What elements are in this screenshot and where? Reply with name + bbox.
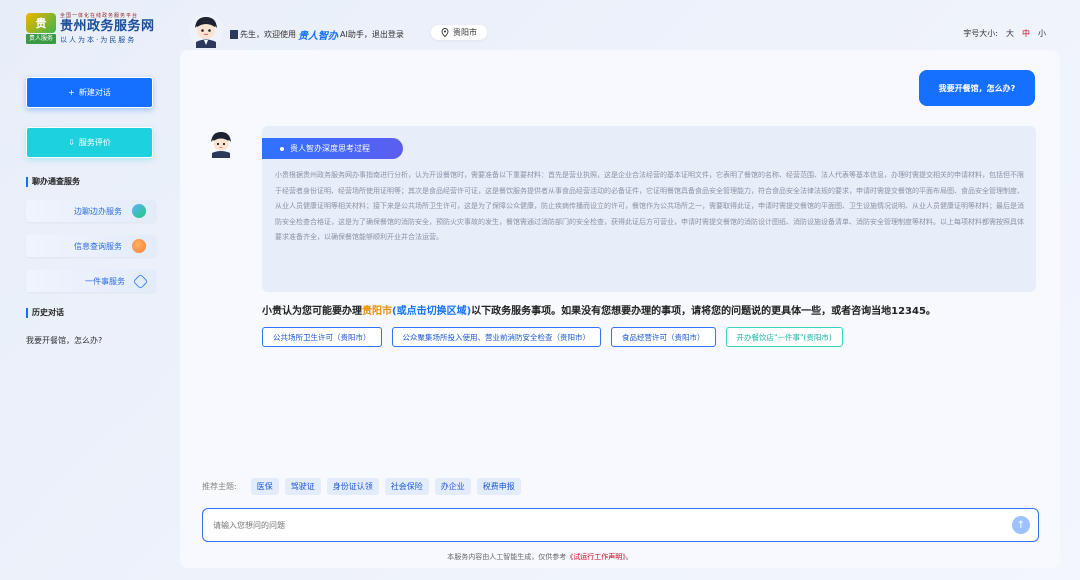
user-icon: [230, 30, 238, 39]
footer-suffix: 。: [625, 553, 633, 561]
greeting-bar: 先生，欢迎使用 贵人智办 AI助手，退出登录: [230, 27, 404, 42]
thinking-tag[interactable]: 贵人智办深度思考过程: [262, 138, 403, 159]
rating-label: 服务评价: [78, 138, 111, 147]
topic-tag[interactable]: 税费申报: [476, 478, 521, 495]
topics-label: 推荐主题:: [202, 482, 237, 491]
sidebar-item-search-service[interactable]: 信息查询服务: [26, 235, 156, 257]
sidebar-item-label: 一件事服务: [85, 276, 125, 286]
font-size-medium[interactable]: 中: [1022, 28, 1030, 39]
assistant-avatar-icon: [189, 13, 223, 48]
send-button[interactable]: ↑: [1012, 516, 1030, 534]
history-section-title: 历史对话: [26, 308, 64, 318]
arrow-up-icon: ↑: [1016, 519, 1026, 531]
service-chips: 公共场所卫生许可（贵阳市） 公众聚集场所投入使用、营业前消防安全检查（贵阳市） …: [262, 327, 843, 347]
font-size-control: 字号大小: 大 中 小: [963, 28, 1046, 39]
service-chip[interactable]: 食品经营许可（贵阳市）: [611, 327, 716, 347]
service-chip[interactable]: 公众聚集场所投入使用、营业前消防安全检查（贵阳市）: [391, 327, 601, 347]
chat-service-icon: [132, 204, 146, 218]
thinking-tag-label: 贵人智办深度思考过程: [290, 144, 370, 153]
brand-name: 贵人智办: [298, 31, 338, 42]
location-pin-icon: [441, 28, 449, 37]
switch-region-link[interactable]: (或点击切换区域): [392, 306, 471, 317]
topic-tag[interactable]: 办企业: [434, 478, 471, 495]
font-size-large[interactable]: 大: [1006, 28, 1014, 39]
greeting-prefix: 先生，欢迎使用: [240, 30, 296, 39]
sidebar-item-label: 边聊边办服务: [74, 206, 122, 216]
bot-avatar-icon: [207, 129, 235, 158]
message-composer: ↑: [202, 508, 1039, 542]
footer-disclaimer: 本服务内容由人工智能生成，仅供参考《试运行工作声明》。: [0, 552, 1080, 562]
topic-tag[interactable]: 社会保险: [384, 478, 429, 495]
message-input[interactable]: [213, 520, 993, 530]
logo-tagline: 全国一体化在线政务服务平台: [60, 13, 139, 19]
user-message-bubble: 我要开餐馆，怎么办?: [919, 70, 1035, 106]
service-chip[interactable]: 开办餐饮店"一件事"(贵阳市): [725, 327, 843, 347]
answer-prefix: 小贵认为您可能要办理: [262, 306, 362, 317]
city-selector[interactable]: 贵阳市: [431, 25, 487, 40]
logout-link[interactable]: AI助手，退出登录: [340, 29, 404, 40]
topic-tag[interactable]: 医保: [250, 478, 279, 495]
plus-icon: +: [68, 88, 75, 97]
one-thing-icon: [132, 273, 149, 289]
rating-icon: ⇩: [68, 138, 75, 147]
footer-text: 本服务内容由人工智能生成，仅供参考: [447, 553, 567, 561]
answer-suffix: 以下政务服务事项。如果没有您想要办理的事项，请将您的问题说的更具体一些，或者咨询…: [471, 306, 936, 317]
topic-tag[interactable]: 身份证认领: [326, 478, 379, 495]
city-label: 贵阳市: [453, 28, 477, 37]
sidebar-item-chat-service[interactable]: 边聊边办服务: [26, 200, 156, 222]
font-size-small[interactable]: 小: [1038, 28, 1046, 39]
answer-text: 小贵认为您可能要办理贵阳市(或点击切换区域)以下政务服务事项。如果没有您想要办理…: [262, 302, 936, 317]
site-logo[interactable]: 贵 贵人服务 全国一体化在线政务服务平台 贵州政务服务网 以人为本·为民服务: [26, 12, 155, 45]
thinking-text: 小贵根据贵州政务服务网办事指南进行分析，认为开设餐馆时，需要准备以下重要材料：首…: [275, 171, 1024, 241]
search-service-icon: [132, 239, 146, 253]
new-chat-button[interactable]: + 新建对话: [26, 77, 153, 108]
dot-icon: [280, 146, 284, 151]
logo-mark-icon: 贵 贵人服务: [26, 12, 56, 45]
disclaimer-link[interactable]: 《试运行工作声明》: [566, 553, 626, 561]
answer-city[interactable]: 贵阳市: [362, 306, 392, 317]
service-chip[interactable]: 公共场所卫生许可（贵阳市）: [262, 327, 382, 347]
font-size-label: 字号大小:: [963, 29, 998, 38]
new-chat-label: 新建对话: [78, 88, 111, 97]
topic-tag[interactable]: 驾驶证: [284, 478, 321, 495]
sidebar-item-one-thing[interactable]: 一件事服务: [26, 270, 156, 292]
service-rating-button[interactable]: ⇩ 服务评价: [26, 127, 153, 158]
sidebar-item-label: 信息查询服务: [74, 241, 122, 251]
logo-title: 贵州政务服务网: [60, 19, 155, 34]
channels-section-title: 聊办通查服务: [26, 177, 80, 187]
logo-subtitle: 以人为本·为民服务: [60, 36, 137, 44]
history-item[interactable]: 我要开餐馆，怎么办?: [26, 335, 102, 346]
recommended-topics: 推荐主题: 医保 驾驶证 身份证认领 社会保险 办企业 税费申报: [202, 478, 521, 495]
